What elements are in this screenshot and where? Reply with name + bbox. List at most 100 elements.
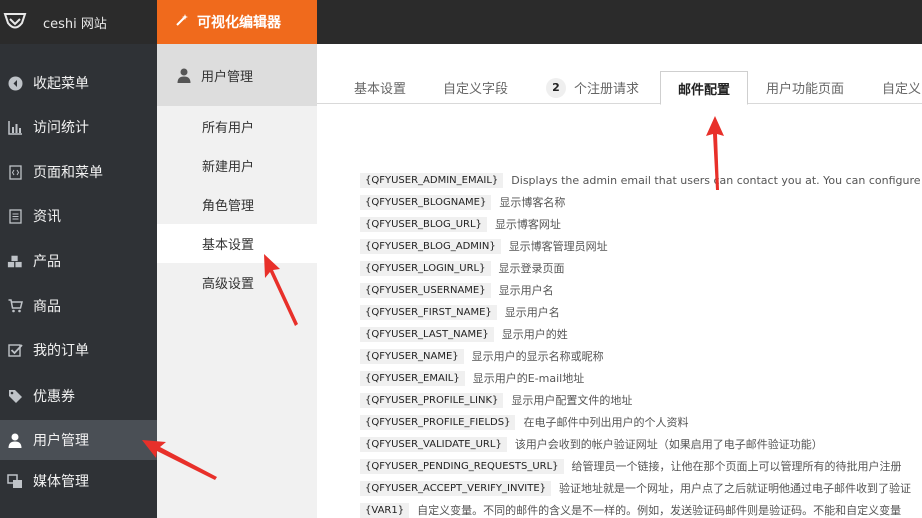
variable-row: {QFYUSER_EMAIL} 显示用户的E-mail地址 xyxy=(360,367,922,389)
variable-row: {QFYUSER_ACCEPT_VERIFY_INVITE} 验证地址就是一个网址… xyxy=(360,477,922,499)
sidebar-item-collapse[interactable]: 收起菜单 xyxy=(0,63,157,103)
variable-description: 显示博客名称 xyxy=(499,196,566,209)
magic-wand-icon xyxy=(175,13,189,31)
user-icon xyxy=(7,432,23,448)
variable-code: {QFYUSER_BLOGNAME} xyxy=(360,194,492,210)
site-name: ceshi 网站 xyxy=(43,16,107,32)
variable-code: {VAR1} xyxy=(360,502,410,518)
variable-row: {QFYUSER_BLOG_URL} 显示博客网址 xyxy=(360,213,922,235)
submenu-item-label: 基本设置 xyxy=(202,238,255,253)
visual-editor-label: 可视化编辑器 xyxy=(197,15,281,31)
variable-code: {QFYUSER_ADMIN_EMAIL} xyxy=(360,172,504,188)
cart-icon xyxy=(7,298,23,314)
sidebar-item-user-management[interactable]: 用户管理 xyxy=(0,420,157,460)
main-content: 基本设置 自定义字段 2 个注册请求 邮件配置 用户功能页面 自定义 {QFYU… xyxy=(317,44,922,518)
sidebar-item-label: 优惠券 xyxy=(33,389,75,405)
tab-label: 用户功能页面 xyxy=(766,82,845,97)
cubes-icon xyxy=(7,253,23,269)
sidebar-item-label: 我的订单 xyxy=(33,343,89,359)
variable-row: {QFYUSER_BLOG_ADMIN} 显示博客管理员网址 xyxy=(360,235,922,257)
variable-code: {QFYUSER_USERNAME} xyxy=(360,282,491,298)
main-sidebar: 收起菜单 访问统计 页面和菜单 资讯 产品 商品 我的订单 优惠券 用户管理 媒… xyxy=(0,44,157,518)
variable-row: {QFYUSER_ADMIN_EMAIL} Displays the admin … xyxy=(360,169,922,191)
sidebar-item-label: 用户管理 xyxy=(33,433,89,449)
sidebar-item-label: 媒体管理 xyxy=(33,474,89,490)
sidebar-item-label: 商品 xyxy=(33,299,61,315)
top-bar: ceshi 网站 可视化编辑器 xyxy=(0,0,922,44)
site-logo[interactable]: ceshi 网站 xyxy=(0,0,157,44)
sidebar-item-products[interactable]: 产品 xyxy=(0,241,157,281)
variable-description: 显示用户名 xyxy=(504,306,560,319)
variable-code: {QFYUSER_PENDING_REQUESTS_URL} xyxy=(360,458,564,474)
annotation-arrow-sidebar xyxy=(142,440,217,480)
annotation-arrow-submenu xyxy=(264,254,298,326)
sidebar-item-coupons[interactable]: 优惠券 xyxy=(0,376,157,416)
variable-description: 验证地址就是一个网址，用户点了之后就证明他通过电子邮件收到了验证 xyxy=(559,482,912,495)
tab-email-config[interactable]: 邮件配置 xyxy=(660,71,748,105)
submenu-title: 用户管理 xyxy=(201,69,254,85)
variable-row: {QFYUSER_PENDING_REQUESTS_URL} 给管理员一个链接，让… xyxy=(360,455,922,477)
pending-count-badge: 2 xyxy=(546,77,566,98)
submenu-item-roles[interactable]: 角色管理 xyxy=(157,185,317,224)
variable-row: {QFYUSER_PROFILE_LINK} 显示用户配置文件的地址 xyxy=(360,389,922,411)
variable-row: {VAR1} 自定义变量。不同的邮件的含义是不一样的。例如，发送验证码邮件则是验证… xyxy=(360,499,922,518)
sidebar-item-label: 访问统计 xyxy=(33,120,89,136)
variable-code: {QFYUSER_BLOG_URL} xyxy=(360,216,487,232)
variable-description: 该用户会收到的帐户验证网址（如果启用了电子邮件验证功能） xyxy=(514,438,823,451)
variable-description: 显示用户配置文件的地址 xyxy=(511,394,633,407)
submenu-item-label: 所有用户 xyxy=(202,121,255,136)
email-variables-list: {QFYUSER_ADMIN_EMAIL} Displays the admin … xyxy=(360,169,922,518)
tag-icon xyxy=(7,388,23,404)
tab-registration-requests[interactable]: 2 个注册请求 xyxy=(546,71,639,104)
annotation-arrow-tab xyxy=(706,116,724,190)
bar-chart-icon xyxy=(7,119,23,135)
submenu-item-all-users[interactable]: 所有用户 xyxy=(157,107,317,146)
variable-row: {QFYUSER_VALIDATE_URL} 该用户会收到的帐户验证网址（如果启用… xyxy=(360,433,922,455)
variable-code: {QFYUSER_LAST_NAME} xyxy=(360,326,494,342)
sidebar-item-my-orders[interactable]: 我的订单 xyxy=(0,330,157,370)
variable-code: {QFYUSER_VALIDATE_URL} xyxy=(360,436,507,452)
variable-row: {QFYUSER_BLOGNAME} 显示博客名称 xyxy=(360,191,922,213)
sidebar-item-pages-menus[interactable]: 页面和菜单 xyxy=(0,152,157,192)
submenu-item-new-user[interactable]: 新建用户 xyxy=(157,146,317,185)
variable-description: 显示登录页面 xyxy=(498,262,565,275)
visual-editor-button[interactable]: 可视化编辑器 xyxy=(157,0,317,44)
variable-row: {QFYUSER_FIRST_NAME} 显示用户名 xyxy=(360,301,922,323)
sidebar-item-goods[interactable]: 商品 xyxy=(0,286,157,326)
sidebar-item-news[interactable]: 资讯 xyxy=(0,196,157,236)
media-icon xyxy=(7,473,23,489)
variable-code: {QFYUSER_ACCEPT_VERIFY_INVITE} xyxy=(360,480,552,496)
collapse-arrow-icon xyxy=(7,75,23,91)
checkbox-icon xyxy=(7,342,23,358)
variable-description: 显示博客管理员网址 xyxy=(508,240,608,253)
variable-code: {QFYUSER_EMAIL} xyxy=(360,370,465,386)
sidebar-item-label: 产品 xyxy=(33,254,61,270)
tab-label: 个注册请求 xyxy=(574,82,640,97)
tab-custom-fields[interactable]: 自定义字段 xyxy=(443,71,508,104)
sidebar-item-media[interactable]: 媒体管理 xyxy=(0,461,157,501)
submenu-item-label: 新建用户 xyxy=(202,160,255,175)
variable-description: 在电子邮件中列出用户的个人资料 xyxy=(523,416,689,429)
variable-description: 显示用户的显示名称或昵称 xyxy=(471,350,604,363)
tab-label: 自定义字段 xyxy=(443,82,509,97)
variable-code: {QFYUSER_NAME} xyxy=(360,348,464,364)
tab-label: 邮件配置 xyxy=(677,82,730,98)
variable-code: {QFYUSER_PROFILE_FIELDS} xyxy=(360,414,516,430)
variable-code: {QFYUSER_PROFILE_LINK} xyxy=(360,392,504,408)
variable-description: 显示用户名 xyxy=(498,284,554,297)
variable-row: {QFYUSER_NAME} 显示用户的显示名称或昵称 xyxy=(360,345,922,367)
tab-user-function-pages[interactable]: 用户功能页面 xyxy=(766,71,844,104)
tab-custom[interactable]: 自定义 xyxy=(882,71,921,104)
sidebar-item-label: 资讯 xyxy=(33,209,61,225)
variable-row: {QFYUSER_LAST_NAME} 显示用户的姓 xyxy=(360,323,922,345)
tab-basic-settings[interactable]: 基本设置 xyxy=(354,71,406,104)
variable-description: 显示用户的E-mail地址 xyxy=(472,372,585,385)
variable-row: {QFYUSER_LOGIN_URL} 显示登录页面 xyxy=(360,257,922,279)
document-icon xyxy=(7,208,23,224)
sidebar-item-statistics[interactable]: 访问统计 xyxy=(0,107,157,147)
submenu-item-label: 角色管理 xyxy=(202,199,255,214)
tab-label: 基本设置 xyxy=(354,82,407,97)
variable-description: 显示用户的姓 xyxy=(501,328,568,341)
sidebar-item-label: 页面和菜单 xyxy=(33,165,103,181)
variable-description: 给管理员一个链接，让他在那个页面上可以管理所有的待批用户注册 xyxy=(571,460,902,473)
